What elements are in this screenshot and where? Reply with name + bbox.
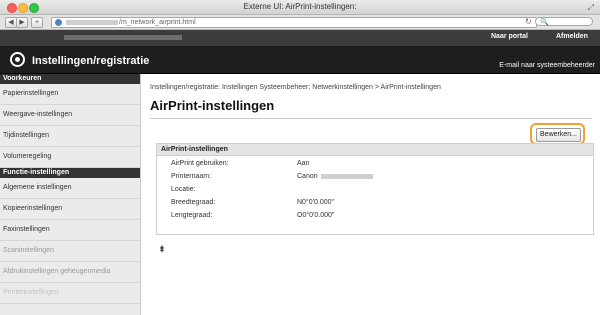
title-divider [150, 118, 592, 119]
app-title: Instellingen/registratie [32, 55, 150, 67]
arrow-up-to-top-icon[interactable]: ⯒ [160, 242, 164, 258]
add-bookmark-button[interactable]: + [31, 17, 43, 28]
field-latitude: Breedtegraad: N0°0'0.000" [171, 199, 334, 206]
portal-link[interactable]: Naar portal [491, 33, 528, 40]
sidebar-item-general[interactable]: Algemene instellingen [0, 178, 140, 199]
sidebar-group-functions: Functie-instellingen [0, 168, 140, 178]
edit-button[interactable]: Bewerken... [536, 128, 581, 142]
sidebar: Voorkeuren Papierinstellingen Weergave-i… [0, 74, 141, 315]
field-value: Aan [297, 160, 310, 167]
field-location: Locatie: [171, 186, 297, 193]
logout-link[interactable]: Afmelden [556, 33, 588, 40]
field-label: AirPrint gebruiken: [171, 160, 229, 167]
url-path: /m_network_airprint.html [119, 19, 196, 26]
sidebar-item-paper[interactable]: Papierinstellingen [0, 84, 140, 105]
url-host-redacted [66, 19, 118, 25]
field-value: Canon [297, 173, 318, 180]
edit-button-highlight: Bewerken... [530, 123, 585, 145]
device-name-redacted [64, 35, 182, 40]
field-printer-name: Printernaam: Canon [171, 173, 373, 180]
admin-mail-link[interactable]: E-mail naar systeembeheerder [499, 62, 595, 69]
forward-button[interactable]: ▶ [16, 17, 28, 28]
sidebar-item-time[interactable]: Tijdinstellingen [0, 126, 140, 147]
window-titlebar: Externe UI: AirPrint-instellingen: ⤢ [0, 0, 600, 15]
fullscreen-icon[interactable]: ⤢ [588, 3, 594, 13]
search-input[interactable]: 🔍 [535, 17, 593, 26]
globe-icon [55, 19, 62, 26]
reload-icon[interactable]: ↻ [525, 17, 532, 26]
field-value: N0°0'0.000" [297, 199, 334, 206]
sidebar-item-scan[interactable]: Scaninstellingen [0, 241, 140, 262]
airprint-settings-section: AirPrint-instellingen AirPrint gebruiken… [156, 143, 594, 235]
top-banner: Naar portal Afmelden [0, 30, 600, 46]
sidebar-item-fax[interactable]: Faxinstellingen [0, 220, 140, 241]
section-title: AirPrint-instellingen [157, 144, 593, 156]
sidebar-item-display[interactable]: Weergave-instellingen [0, 105, 140, 126]
app-header: Instellingen/registratie E-mail naar sys… [0, 46, 600, 74]
sidebar-item-printer[interactable]: Printerinstellingen [0, 283, 140, 304]
field-value: O0°0'0.000" [297, 212, 335, 219]
main-content: Instellingen/registratie: Instellingen S… [150, 74, 600, 315]
field-longitude: Lengtegraad: O0°0'0.000" [171, 212, 334, 219]
gear-icon [10, 52, 25, 67]
breadcrumb: Instellingen/registratie: Instellingen S… [150, 84, 441, 91]
field-label: Breedtegraad: [171, 199, 216, 206]
sidebar-item-media-print[interactable]: Afdrukinstellingen geheugenmedia [0, 262, 140, 283]
sidebar-item-volume[interactable]: Volumeregeling [0, 147, 140, 168]
printer-model-redacted [320, 173, 373, 179]
field-label: Locatie: [171, 186, 196, 193]
sidebar-item-copy[interactable]: Kopieerinstellingen [0, 199, 140, 220]
field-airprint-use: AirPrint gebruiken: Aan [171, 160, 309, 167]
field-label: Lengtegraad: [171, 212, 213, 219]
page-title: AirPrint-instellingen [150, 98, 275, 113]
address-bar[interactable]: /m_network_airprint.html [51, 17, 537, 28]
sidebar-group-preferences: Voorkeuren [0, 74, 140, 84]
window-title: Externe UI: AirPrint-instellingen: [243, 2, 357, 11]
field-label: Printernaam: [171, 173, 212, 180]
browser-toolbar: ◀ ▶ + /m_network_airprint.html ↻ 🔍 [0, 15, 600, 30]
